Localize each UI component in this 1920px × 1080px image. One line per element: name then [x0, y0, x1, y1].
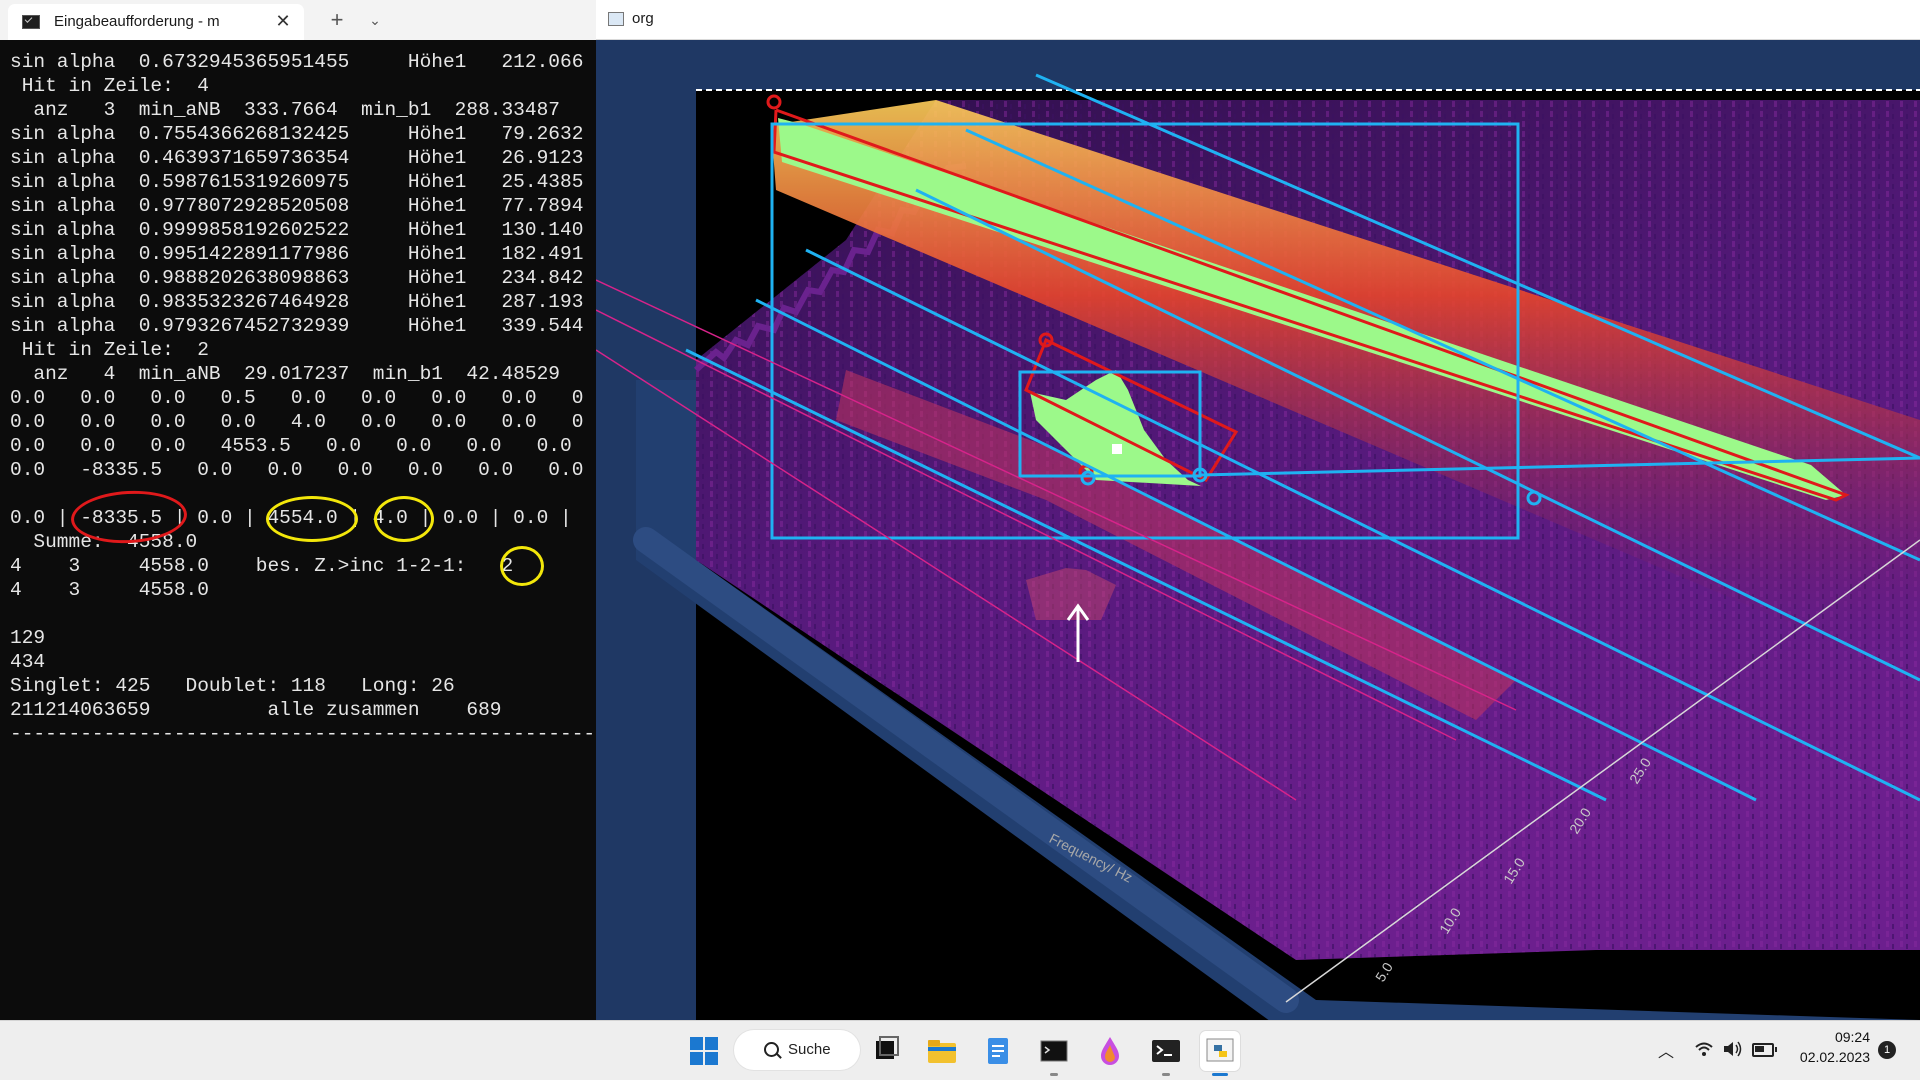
viewer-title-bar[interactable]: org [596, 0, 1920, 40]
terminal-line: anz 3 min_aNB 333.7664 min_b1 288.33487 [10, 99, 560, 121]
cmd-icon [1040, 1040, 1068, 1062]
taskbar-search[interactable]: Suche [734, 1030, 860, 1070]
terminal-line: sin alpha 0.7554366268132425 Höhe1 79.26… [10, 123, 584, 145]
clock-time[interactable]: 09:24 [1788, 1029, 1870, 1045]
taskbar: Suche ︿ 09:24 02.02.2023 1 [0, 1020, 1920, 1080]
terminal-line: Hit in Zeile: 4 [10, 75, 209, 97]
battery-icon[interactable] [1752, 1043, 1777, 1057]
python-icon [1206, 1038, 1234, 1062]
search-icon [764, 1042, 779, 1057]
terminal-line: sin alpha 0.9999858192602522 Höhe1 130.1… [10, 219, 584, 241]
terminal-line: sin alpha 0.4639371659736354 Höhe1 26.91… [10, 147, 584, 169]
terminal-line: sin alpha 0.9951422891177986 Höhe1 182.4… [10, 243, 584, 265]
terminal-line: 0.0 0.0 0.0 0.5 0.0 0.0 0.0 0.0 0 [10, 387, 584, 409]
running-indicator [1162, 1073, 1170, 1076]
clock-date[interactable]: 02.02.2023 [1788, 1049, 1870, 1065]
active-indicator [1212, 1073, 1228, 1076]
highlight-ring-yellow [266, 496, 358, 542]
terminal-line: sin alpha 0.6732945365951455 Höhe1 212.0… [10, 51, 584, 73]
terminal-line: 0.0 0.0 0.0 4553.5 0.0 0.0 0.0 0.0 [10, 435, 572, 457]
new-tab-button[interactable]: + [324, 7, 350, 33]
window-icon [608, 12, 624, 26]
file-explorer-button[interactable] [922, 1031, 962, 1071]
terminal-line: Hit in Zeile: 2 [10, 339, 209, 361]
notification-badge[interactable]: 1 [1878, 1041, 1896, 1059]
speaker-icon[interactable] [1722, 1040, 1744, 1058]
terminal-line: sin alpha 0.9778072928520508 Höhe1 77.78… [10, 195, 584, 217]
chevron-up-icon[interactable]: ︿ [1658, 1038, 1674, 1062]
terminal-line: 0.0 0.0 0.0 0.0 4.0 0.0 0.0 0.0 0 [10, 411, 584, 433]
terminal-button[interactable] [1146, 1031, 1186, 1076]
search-label: Suche [788, 1041, 831, 1058]
close-tab-icon[interactable]: ✕ [272, 10, 294, 32]
terminal-tab[interactable]: Eingabeaufforderung - m ✕ [8, 4, 304, 40]
terminal-line: anz 4 min_aNB 29.017237 min_b1 42.48529 [10, 363, 560, 385]
wifi-icon[interactable] [1694, 1041, 1714, 1057]
running-indicator [1050, 1073, 1058, 1076]
terminal-line: 4 3 4558.0 [10, 579, 209, 601]
terminal-line: 0.0 -8335.5 0.0 0.0 0.0 0.0 0.0 0.0 [10, 459, 584, 481]
notepad-button[interactable] [978, 1031, 1018, 1071]
terminal-line: sin alpha 0.9835323267464928 Höhe1 287.1… [10, 291, 584, 313]
terminal-tab-bar: Eingabeaufforderung - m ✕ + ⌄ [0, 0, 596, 40]
terminal-line: 129 [10, 627, 46, 649]
windows-logo-icon [690, 1037, 703, 1050]
task-view-button[interactable] [866, 1031, 906, 1071]
terminal-tab-title: Eingabeaufforderung - m [54, 13, 220, 30]
viewer-title: org [632, 10, 654, 27]
terminal-line: sin alpha 0.9888202638098863 Höhe1 234.8… [10, 267, 584, 289]
chevron-down-icon[interactable]: ⌄ [362, 7, 388, 33]
terminal-output[interactable]: sin alpha 0.6732945365951455 Höhe1 212.0… [10, 50, 594, 746]
command-prompt-icon [22, 15, 40, 29]
terminal-window[interactable]: Eingabeaufforderung - m ✕ + ⌄ sin alpha … [0, 0, 596, 1020]
paint-button[interactable] [1090, 1031, 1130, 1071]
highlight-ring-yellow [374, 496, 434, 542]
folder-icon [928, 1040, 956, 1063]
notepad-icon [988, 1038, 1008, 1064]
paint-drop-icon [1101, 1037, 1119, 1065]
task-view-icon [876, 1036, 899, 1059]
command-prompt-button[interactable] [1034, 1031, 1074, 1076]
terminal-line: sin alpha 0.5987615319260975 Höhe1 25.43… [10, 171, 584, 193]
python-app-button[interactable] [1200, 1031, 1240, 1076]
cursor-glyph [1112, 444, 1122, 454]
terminal-line: Singlet: 425 Doublet: 118 Long: 26 [10, 675, 455, 697]
terminal-line: 211214063659 alle zusammen 689 [10, 699, 502, 721]
terminal-line: sin alpha 0.9793267452732939 Höhe1 339.5… [10, 315, 584, 337]
terminal-line: ----------------------------------------… [10, 723, 594, 745]
terminal-line: 434 [10, 651, 46, 673]
terminal-icon [1152, 1040, 1180, 1062]
start-button[interactable] [684, 1031, 724, 1071]
spectrogram-3d-plot [596, 40, 1920, 1020]
highlight-ring-yellow [500, 546, 544, 586]
image-viewer-window[interactable]: org Frequency/ Hz 5.0 10.0 15.0 20.0 25.… [596, 0, 1920, 1020]
spectrogram-canvas[interactable]: Frequency/ Hz 5.0 10.0 15.0 20.0 25.0 [596, 40, 1920, 1020]
